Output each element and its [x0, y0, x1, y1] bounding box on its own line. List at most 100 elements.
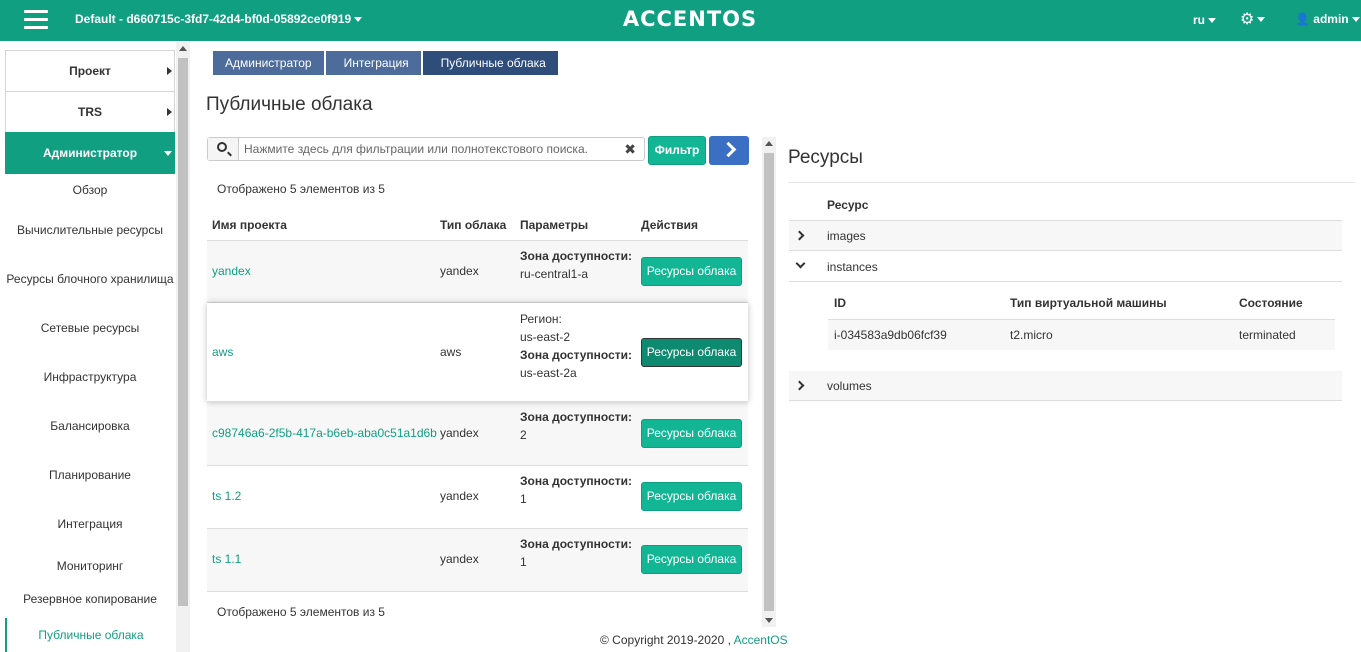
param-label: Зона доступности: [520, 537, 633, 551]
param-label: Регион: [520, 312, 562, 326]
sidebar-item-compute[interactable]: Вычислительные ресурсы [5, 223, 175, 237]
params-cell: Зона доступности: 1 [520, 535, 632, 571]
cloud-resources-button[interactable]: Ресурсы облака [641, 419, 742, 448]
resource-label: volumes [827, 379, 872, 393]
filter-button[interactable]: Фильтр [648, 136, 706, 165]
items-count-top: Отображено 5 элементов из 5 [217, 182, 385, 196]
table-row: ts 1.1 yandex Зона доступности: 1 Ресурс… [207, 529, 748, 592]
resource-label: images [827, 229, 866, 243]
scrollbar-thumb[interactable] [178, 58, 188, 606]
chevron-right-icon[interactable] [709, 136, 749, 165]
cloud-type: yandex [440, 489, 479, 503]
sidebar-item-infrastructure[interactable]: Инфраструктура [5, 370, 175, 384]
column-header-actions: Действия [641, 218, 699, 232]
main-scrollbar[interactable] [762, 137, 776, 627]
cloud-resources-button[interactable]: Ресурсы облака [641, 338, 742, 367]
search-input[interactable] [244, 140, 624, 158]
project-selector[interactable]: Default - d660715c-3fd7-42d4-bf0d-05892c… [75, 12, 363, 26]
column-header-state: Состояние [1239, 296, 1303, 310]
instances-table-header: ID Тип виртуальной машины Состояние [828, 290, 1335, 320]
resource-row-instances[interactable]: instances [789, 252, 1342, 282]
column-header-params[interactable]: Параметры [520, 218, 588, 232]
project-link[interactable]: aws [212, 345, 233, 359]
search-button[interactable] [208, 138, 239, 160]
param-value: us-east-2 [520, 330, 571, 344]
scroll-down-icon[interactable] [765, 618, 773, 623]
scroll-up-icon[interactable] [765, 141, 773, 146]
table-row: aws aws Регион: us-east-2 Зона доступнос… [207, 303, 748, 402]
scroll-up-icon[interactable] [179, 46, 187, 51]
cloud-type: yandex [440, 264, 479, 278]
sidebar-item-public-clouds[interactable]: Публичные облака [5, 618, 175, 652]
sidebar-section-admin[interactable]: Администратор [5, 132, 175, 174]
menu-icon[interactable] [24, 10, 48, 30]
sidebar-section-project[interactable]: Проект [5, 50, 175, 92]
instance-id: i-034583a9db06fcf39 [834, 328, 947, 342]
clear-icon[interactable]: ✖ [624, 141, 636, 158]
project-name: Default - d660715c-3fd7-42d4-bf0d-05892c… [75, 12, 352, 26]
scrollbar-thumb[interactable] [764, 153, 774, 611]
chevron-right-icon[interactable] [794, 230, 805, 241]
breadcrumb-integration[interactable]: Интеграция [325, 51, 421, 75]
user-menu[interactable]: 👤 admin [1295, 12, 1360, 26]
cloud-resources-button[interactable]: Ресурсы облака [641, 482, 742, 511]
sidebar-item-integration[interactable]: Интеграция [5, 517, 175, 531]
param-value: 2 [520, 428, 527, 442]
logo: ACCENTOS [622, 7, 758, 31]
gear-icon: ⚙ [1240, 11, 1255, 28]
cloud-type: yandex [440, 552, 479, 566]
sidebar-item-planning[interactable]: Планирование [5, 468, 175, 482]
chevron-down-icon[interactable] [795, 258, 806, 269]
param-label: Зона доступности: [520, 348, 633, 362]
instance-type: t2.micro [1010, 328, 1053, 342]
sidebar-item-backup[interactable]: Резервное копирование [5, 592, 175, 606]
user-icon: 👤 [1295, 12, 1310, 26]
sidebar-section-label: Администратор [42, 146, 138, 160]
sidebar-item-balancing[interactable]: Балансировка [5, 419, 175, 433]
caret-down-icon [1257, 17, 1266, 23]
caret-down-icon [354, 17, 363, 23]
params-cell: Зона доступности: ru-central1-a [520, 247, 632, 283]
footer-link[interactable]: AccentOS [734, 633, 788, 647]
param-value: ru-central1-a [520, 267, 589, 281]
copyright-text: © Copyright 2019-2020 , [600, 633, 731, 647]
breadcrumb-public-clouds[interactable]: Публичные облака [422, 51, 558, 75]
column-header-project[interactable]: Имя проекта [212, 218, 287, 232]
items-count-bottom: Отображено 5 элементов из 5 [217, 605, 385, 619]
language-label: ru [1193, 13, 1205, 27]
sidebar-item-monitoring[interactable]: Мониторинг [5, 559, 175, 573]
params-cell: Зона доступности: 1 [520, 472, 632, 508]
column-header-vm-type: Тип виртуальной машины [1010, 296, 1167, 310]
language-selector[interactable]: ru [1193, 13, 1216, 27]
sidebar-item-block-storage[interactable]: Ресурсы блочного хранилища [5, 272, 175, 286]
sidebar-scrollbar[interactable] [176, 42, 190, 652]
sidebar-section-trs[interactable]: TRS [5, 91, 175, 133]
footer: © Copyright 2019-2020 , AccentOS [600, 633, 788, 647]
sidebar-item-network[interactable]: Сетевые ресурсы [5, 321, 175, 335]
sidebar-section-label: Проект [69, 64, 111, 78]
chevron-right-icon [167, 67, 172, 75]
chevron-right-icon[interactable] [794, 380, 805, 391]
table-row: ts 1.2 yandex Зона доступности: 1 Ресурс… [207, 466, 748, 529]
project-link[interactable]: c98746a6-2f5b-417a-b6eb-aba0c51a1d6b [212, 426, 437, 440]
column-header-cloud-type[interactable]: Тип облака [440, 218, 506, 232]
project-link[interactable]: yandex [212, 264, 251, 278]
chevron-down-icon [164, 151, 172, 156]
project-link[interactable]: ts 1.2 [212, 489, 241, 503]
resources-header: Ресурс [789, 195, 1342, 221]
breadcrumb: Администратор Интеграция Публичные облак… [213, 51, 560, 75]
cloud-resources-button[interactable]: Ресурсы облака [641, 545, 742, 574]
param-label: Зона доступности: [520, 410, 633, 424]
chevron-right-icon [167, 108, 172, 116]
settings-menu[interactable]: ⚙ [1240, 9, 1266, 29]
resource-row-images[interactable]: images [789, 221, 1342, 251]
cloud-resources-button[interactable]: Ресурсы облака [641, 257, 742, 286]
breadcrumb-admin[interactable]: Администратор [213, 51, 324, 75]
param-value: 1 [520, 492, 527, 506]
sidebar-item-overview[interactable]: Обзор [5, 183, 175, 197]
project-link[interactable]: ts 1.1 [212, 552, 241, 566]
column-header-id: ID [834, 296, 846, 310]
divider [788, 182, 1355, 183]
caret-down-icon [1351, 17, 1360, 23]
resource-row-volumes[interactable]: volumes [789, 371, 1342, 401]
